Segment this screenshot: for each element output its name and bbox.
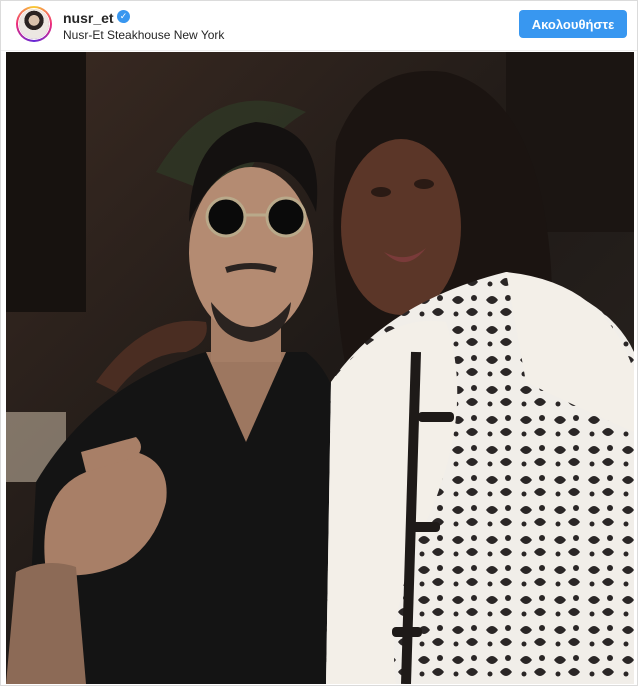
post-header: nusr_et ✓ Nusr-Et Steakhouse New York Ακ… — [1, 1, 637, 51]
profile-avatar[interactable] — [16, 6, 52, 42]
username-link[interactable]: nusr_et — [63, 10, 114, 26]
instagram-post: nusr_et ✓ Nusr-Et Steakhouse New York Ακ… — [0, 0, 638, 686]
location-link[interactable]: Nusr-Et Steakhouse New York — [63, 28, 224, 42]
avatar-image — [19, 9, 49, 39]
verified-badge-icon: ✓ — [117, 10, 130, 23]
post-photo[interactable] — [6, 52, 634, 684]
follow-button[interactable]: Ακολουθήστε — [519, 10, 627, 38]
photo-illustration — [6, 52, 634, 684]
